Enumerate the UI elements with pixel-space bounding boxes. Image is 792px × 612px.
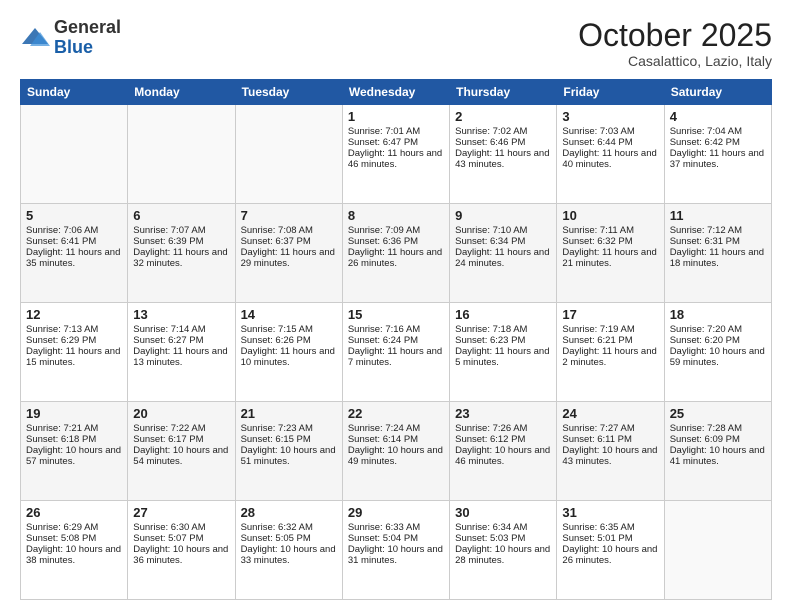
day-number: 26 — [26, 505, 122, 520]
calendar-cell: 17Sunrise: 7:19 AMSunset: 6:21 PMDayligh… — [557, 303, 664, 402]
calendar-cell: 3Sunrise: 7:03 AMSunset: 6:44 PMDaylight… — [557, 105, 664, 204]
day-number: 8 — [348, 208, 444, 223]
day-number: 25 — [670, 406, 766, 421]
day-number: 9 — [455, 208, 551, 223]
calendar-cell: 5Sunrise: 7:06 AMSunset: 6:41 PMDaylight… — [21, 204, 128, 303]
day-number: 29 — [348, 505, 444, 520]
day-number: 1 — [348, 109, 444, 124]
calendar-cell: 16Sunrise: 7:18 AMSunset: 6:23 PMDayligh… — [450, 303, 557, 402]
calendar-week-row: 12Sunrise: 7:13 AMSunset: 6:29 PMDayligh… — [21, 303, 772, 402]
day-number: 19 — [26, 406, 122, 421]
calendar-cell: 31Sunrise: 6:35 AMSunset: 5:01 PMDayligh… — [557, 501, 664, 600]
day-number: 30 — [455, 505, 551, 520]
calendar-cell: 27Sunrise: 6:30 AMSunset: 5:07 PMDayligh… — [128, 501, 235, 600]
day-number: 28 — [241, 505, 337, 520]
calendar-week-row: 1Sunrise: 7:01 AMSunset: 6:47 PMDaylight… — [21, 105, 772, 204]
day-number: 27 — [133, 505, 229, 520]
weekday-header-wednesday: Wednesday — [342, 80, 449, 105]
day-number: 17 — [562, 307, 658, 322]
weekday-header-thursday: Thursday — [450, 80, 557, 105]
day-number: 3 — [562, 109, 658, 124]
day-number: 11 — [670, 208, 766, 223]
weekday-header-saturday: Saturday — [664, 80, 771, 105]
day-number: 2 — [455, 109, 551, 124]
calendar-cell — [128, 105, 235, 204]
day-number: 18 — [670, 307, 766, 322]
weekday-header-tuesday: Tuesday — [235, 80, 342, 105]
calendar-cell: 15Sunrise: 7:16 AMSunset: 6:24 PMDayligh… — [342, 303, 449, 402]
calendar-cell: 11Sunrise: 7:12 AMSunset: 6:31 PMDayligh… — [664, 204, 771, 303]
day-number: 22 — [348, 406, 444, 421]
calendar-cell: 9Sunrise: 7:10 AMSunset: 6:34 PMDaylight… — [450, 204, 557, 303]
day-number: 21 — [241, 406, 337, 421]
day-number: 15 — [348, 307, 444, 322]
calendar-cell: 23Sunrise: 7:26 AMSunset: 6:12 PMDayligh… — [450, 402, 557, 501]
day-number: 12 — [26, 307, 122, 322]
calendar-cell: 30Sunrise: 6:34 AMSunset: 5:03 PMDayligh… — [450, 501, 557, 600]
calendar-week-row: 26Sunrise: 6:29 AMSunset: 5:08 PMDayligh… — [21, 501, 772, 600]
weekday-header-row: SundayMondayTuesdayWednesdayThursdayFrid… — [21, 80, 772, 105]
weekday-header-monday: Monday — [128, 80, 235, 105]
calendar-cell: 21Sunrise: 7:23 AMSunset: 6:15 PMDayligh… — [235, 402, 342, 501]
day-number: 4 — [670, 109, 766, 124]
logo-general-text: General — [54, 17, 121, 37]
day-number: 20 — [133, 406, 229, 421]
day-number: 7 — [241, 208, 337, 223]
calendar-cell: 25Sunrise: 7:28 AMSunset: 6:09 PMDayligh… — [664, 402, 771, 501]
day-number: 31 — [562, 505, 658, 520]
calendar-cell: 24Sunrise: 7:27 AMSunset: 6:11 PMDayligh… — [557, 402, 664, 501]
calendar-cell: 26Sunrise: 6:29 AMSunset: 5:08 PMDayligh… — [21, 501, 128, 600]
day-number: 6 — [133, 208, 229, 223]
calendar-cell: 18Sunrise: 7:20 AMSunset: 6:20 PMDayligh… — [664, 303, 771, 402]
month-title: October 2025 — [578, 18, 772, 53]
calendar-cell: 14Sunrise: 7:15 AMSunset: 6:26 PMDayligh… — [235, 303, 342, 402]
calendar-cell: 10Sunrise: 7:11 AMSunset: 6:32 PMDayligh… — [557, 204, 664, 303]
weekday-header-sunday: Sunday — [21, 80, 128, 105]
day-number: 14 — [241, 307, 337, 322]
calendar-week-row: 5Sunrise: 7:06 AMSunset: 6:41 PMDaylight… — [21, 204, 772, 303]
logo-blue-text: Blue — [54, 37, 93, 57]
calendar-cell: 20Sunrise: 7:22 AMSunset: 6:17 PMDayligh… — [128, 402, 235, 501]
weekday-header-friday: Friday — [557, 80, 664, 105]
day-number: 24 — [562, 406, 658, 421]
day-number: 13 — [133, 307, 229, 322]
logo: General Blue — [20, 18, 121, 58]
calendar-cell — [664, 501, 771, 600]
calendar-cell: 12Sunrise: 7:13 AMSunset: 6:29 PMDayligh… — [21, 303, 128, 402]
calendar-cell: 28Sunrise: 6:32 AMSunset: 5:05 PMDayligh… — [235, 501, 342, 600]
calendar-table: SundayMondayTuesdayWednesdayThursdayFrid… — [20, 79, 772, 600]
calendar-cell: 19Sunrise: 7:21 AMSunset: 6:18 PMDayligh… — [21, 402, 128, 501]
title-block: October 2025 Casalattico, Lazio, Italy — [578, 18, 772, 69]
calendar-cell — [235, 105, 342, 204]
day-number: 16 — [455, 307, 551, 322]
calendar-cell: 7Sunrise: 7:08 AMSunset: 6:37 PMDaylight… — [235, 204, 342, 303]
calendar-cell: 1Sunrise: 7:01 AMSunset: 6:47 PMDaylight… — [342, 105, 449, 204]
location: Casalattico, Lazio, Italy — [578, 53, 772, 69]
calendar-cell: 6Sunrise: 7:07 AMSunset: 6:39 PMDaylight… — [128, 204, 235, 303]
calendar-cell: 29Sunrise: 6:33 AMSunset: 5:04 PMDayligh… — [342, 501, 449, 600]
day-number: 5 — [26, 208, 122, 223]
calendar-cell: 13Sunrise: 7:14 AMSunset: 6:27 PMDayligh… — [128, 303, 235, 402]
calendar-cell: 2Sunrise: 7:02 AMSunset: 6:46 PMDaylight… — [450, 105, 557, 204]
calendar-cell: 4Sunrise: 7:04 AMSunset: 6:42 PMDaylight… — [664, 105, 771, 204]
day-number: 23 — [455, 406, 551, 421]
calendar-cell — [21, 105, 128, 204]
logo-icon — [20, 26, 50, 50]
calendar-cell: 22Sunrise: 7:24 AMSunset: 6:14 PMDayligh… — [342, 402, 449, 501]
day-number: 10 — [562, 208, 658, 223]
page: General Blue October 2025 Casalattico, L… — [0, 0, 792, 612]
header: General Blue October 2025 Casalattico, L… — [20, 18, 772, 69]
calendar-week-row: 19Sunrise: 7:21 AMSunset: 6:18 PMDayligh… — [21, 402, 772, 501]
calendar-cell: 8Sunrise: 7:09 AMSunset: 6:36 PMDaylight… — [342, 204, 449, 303]
